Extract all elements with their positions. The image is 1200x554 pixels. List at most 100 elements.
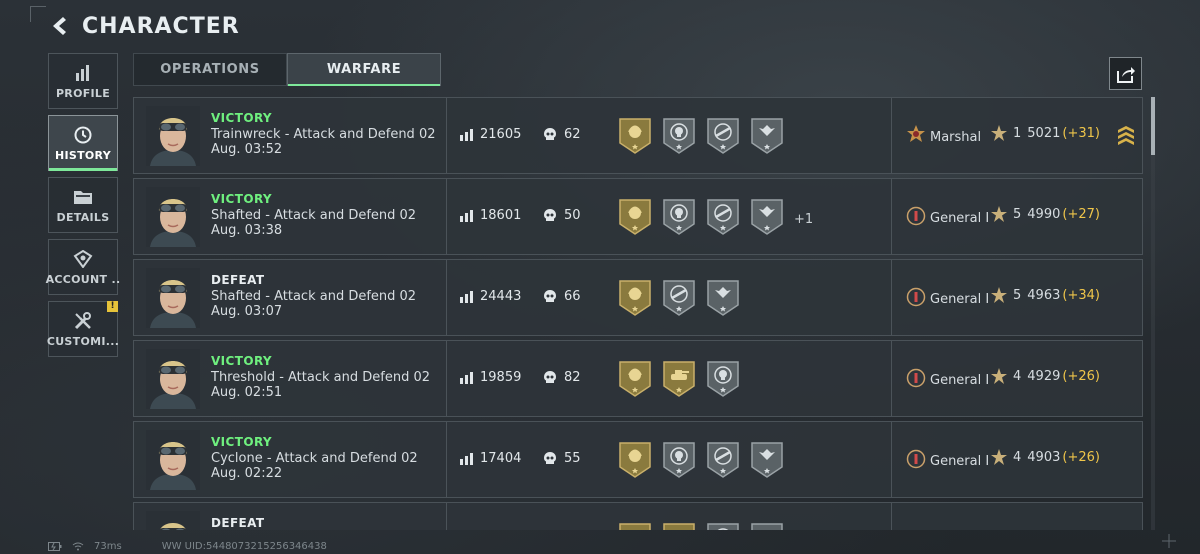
sidebar-item-history[interactable]: HISTORY xyxy=(48,115,118,171)
match-row[interactable]: VICTORY Cyclone - Attack and Defend 02 A… xyxy=(133,421,1143,498)
marshal-rank-icon xyxy=(906,125,926,149)
rank-level: 4 xyxy=(1013,449,1022,465)
points-delta: (+26) xyxy=(1062,368,1100,384)
rank-name: General I xyxy=(930,291,990,307)
rank-name: General I xyxy=(930,210,990,226)
match-row[interactable]: VICTORY Threshold - Attack and Defend 02… xyxy=(133,340,1143,417)
notification-badge: ! xyxy=(107,301,118,312)
score: 18601 xyxy=(460,208,521,223)
kills: 50 xyxy=(544,208,581,223)
map-name: Shafted - Attack and Defend 02 xyxy=(211,289,417,304)
silver-eagle-medal-icon xyxy=(750,522,784,530)
bar-chart-icon xyxy=(73,63,93,83)
skull-icon xyxy=(544,128,556,140)
kills-value: 82 xyxy=(564,370,581,385)
sidebar-item-label: HISTORY xyxy=(54,148,111,162)
match-row[interactable]: DEFEAT xyxy=(133,502,1143,530)
skull-icon xyxy=(544,290,556,302)
tab-warfare[interactable]: WARFARE xyxy=(287,53,441,86)
divider xyxy=(891,98,892,173)
match-date: Aug. 02:22 xyxy=(211,466,283,481)
match-history-list: VICTORY Trainwreck - Attack and Defend 0… xyxy=(133,97,1143,530)
kills: 55 xyxy=(544,451,581,466)
divider xyxy=(891,341,892,416)
rank-points: 4929 xyxy=(1027,368,1061,384)
match-info: VICTORY Cyclone - Attack and Defend 02 A… xyxy=(211,435,418,481)
rank: General I xyxy=(906,449,989,473)
soldier-avatar xyxy=(146,268,200,328)
back-arrow-icon[interactable] xyxy=(48,14,72,38)
divider xyxy=(891,503,892,530)
rank: General I xyxy=(906,206,989,230)
points-delta: (+27) xyxy=(1062,206,1100,222)
rank-level: 4 xyxy=(1013,368,1022,384)
silver-skull-medal-icon xyxy=(662,198,696,240)
silver-rifle-medal-icon xyxy=(706,441,740,483)
tab-operations[interactable]: OPERATIONS xyxy=(133,53,287,86)
skull-icon xyxy=(544,209,556,221)
match-date: Aug. 03:07 xyxy=(211,304,283,319)
rank-points: 5021 xyxy=(1027,125,1061,141)
score-value: 24443 xyxy=(480,289,522,304)
general-rank-icon xyxy=(906,206,926,230)
points-delta: (+31) xyxy=(1062,125,1100,141)
sidebar-item-profile[interactable]: PROFILE xyxy=(48,53,118,109)
divider xyxy=(891,260,892,335)
sidebar-item-label: CUSTOMI... xyxy=(46,334,120,348)
gold-lion-medal-icon xyxy=(618,441,652,483)
medals xyxy=(618,360,740,402)
match-row[interactable]: VICTORY Trainwreck - Attack and Defend 0… xyxy=(133,97,1143,174)
divider xyxy=(891,422,892,497)
kills-value: 50 xyxy=(564,208,581,223)
gold-lion-medal-icon xyxy=(618,360,652,402)
rank-level: 5 xyxy=(1013,287,1022,303)
score-value: 21605 xyxy=(480,127,522,142)
rank-level: 5 xyxy=(1013,206,1022,222)
skull-icon xyxy=(544,371,556,383)
rank-name: Marshal xyxy=(930,129,982,145)
match-result: VICTORY xyxy=(211,435,273,449)
match-row[interactable]: VICTORY Shafted - Attack and Defend 02 A… xyxy=(133,178,1143,255)
match-row[interactable]: DEFEAT Shafted - Attack and Defend 02 Au… xyxy=(133,259,1143,336)
sidebar-item-account[interactable]: ACCOUNT .. xyxy=(45,239,121,295)
divider xyxy=(891,179,892,254)
clock-icon xyxy=(73,125,93,145)
silver-eagle-medal-icon xyxy=(750,441,784,483)
share-button[interactable] xyxy=(1109,57,1142,90)
gold-tank-medal-icon xyxy=(662,360,696,402)
kills-value: 55 xyxy=(564,451,581,466)
rank-icon xyxy=(906,125,926,149)
general-rank-icon xyxy=(906,287,926,311)
star-icon xyxy=(991,449,1007,465)
silver-eagle-medal-icon xyxy=(706,279,740,321)
rank-progress: 5 4990 (+27) xyxy=(991,206,1100,222)
scrollbar[interactable] xyxy=(1151,97,1155,530)
divider xyxy=(446,260,447,335)
bar-chart-icon xyxy=(460,452,473,465)
star-icon xyxy=(991,206,1007,222)
map-name: Shafted - Attack and Defend 02 xyxy=(211,208,417,223)
sidebar-item-customize[interactable]: ! CUSTOMI... xyxy=(46,301,120,357)
sidebar-item-details[interactable]: DETAILS xyxy=(48,177,118,233)
rank-progress: 5 4963 (+34) xyxy=(991,287,1100,303)
divider xyxy=(446,179,447,254)
gold-lion-medal-icon xyxy=(618,117,652,159)
medals xyxy=(618,441,784,483)
silver-skull-medal-icon xyxy=(706,360,740,402)
soldier-avatar xyxy=(146,187,200,247)
map-name: Cyclone - Attack and Defend 02 xyxy=(211,451,418,466)
score: 24443 xyxy=(460,289,521,304)
general-rank-icon xyxy=(906,449,926,473)
tools-icon xyxy=(73,311,93,331)
status-bar: 73ms WW UID:5448073215256346438 xyxy=(48,541,327,552)
medals xyxy=(618,117,784,159)
rank-name: General I xyxy=(930,453,990,469)
soldier-avatar xyxy=(146,106,200,166)
sidebar-item-label: ACCOUNT .. xyxy=(45,272,121,286)
points-delta: (+26) xyxy=(1062,449,1100,465)
scrollbar-thumb[interactable] xyxy=(1151,97,1155,155)
medals xyxy=(618,279,740,321)
match-info: VICTORY Shafted - Attack and Defend 02 A… xyxy=(211,192,416,238)
rank-name: General I xyxy=(930,372,990,388)
kills: 82 xyxy=(544,370,581,385)
